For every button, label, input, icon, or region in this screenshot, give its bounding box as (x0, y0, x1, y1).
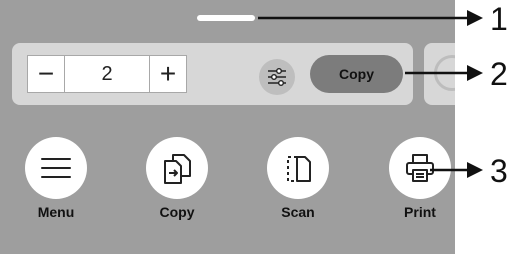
callout-label-1: 1 (490, 1, 508, 37)
callout-label-2: 2 (490, 56, 508, 92)
callout-arrows (258, 10, 483, 178)
callout-label-3: 3 (490, 153, 508, 189)
